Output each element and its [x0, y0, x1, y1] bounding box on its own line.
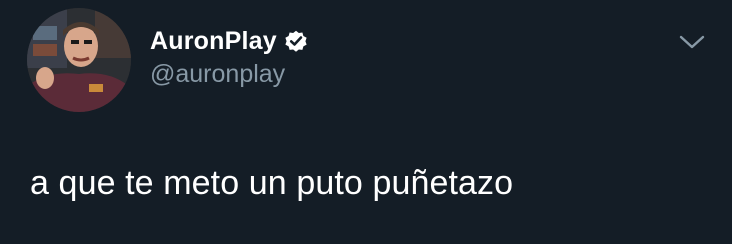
display-name[interactable]: AuronPlay	[150, 27, 277, 56]
avatar[interactable]	[27, 8, 131, 112]
verified-badge-icon	[283, 28, 309, 54]
tweet-text: a que te meto un puto puñetazo	[30, 164, 514, 202]
tweet-card: AuronPlay @auronplay a que te meto un pu…	[0, 0, 732, 244]
chevron-down-icon[interactable]	[676, 30, 708, 54]
user-handle[interactable]: @auronplay	[150, 60, 285, 89]
name-row: AuronPlay	[150, 24, 309, 58]
